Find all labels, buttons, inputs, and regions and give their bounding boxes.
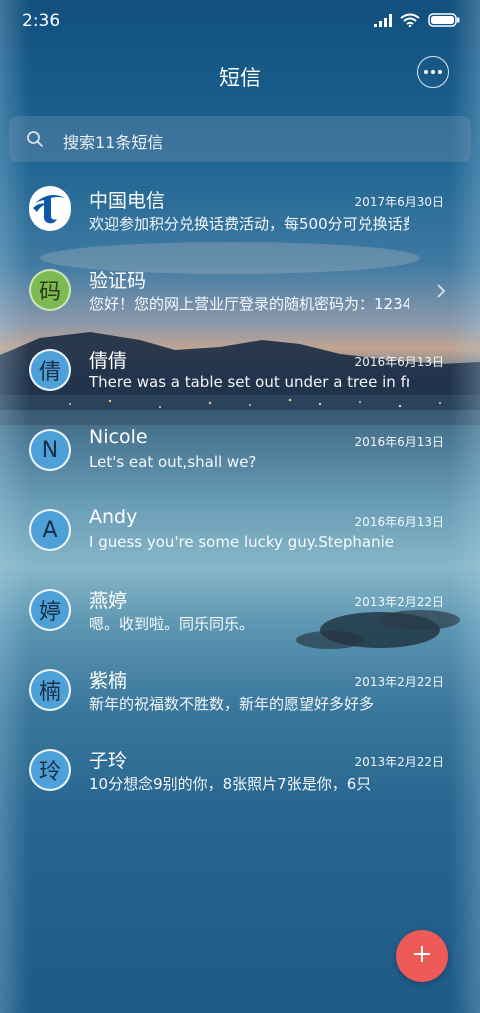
page-title: 短信 (219, 66, 261, 90)
contact-name: 紫楠 (89, 670, 128, 692)
more-horizontal-icon (424, 70, 428, 74)
search-input[interactable]: 搜索11条短信 (63, 129, 163, 153)
avatar: 倩 (29, 349, 71, 391)
message-preview: 10分想念9别的你，8张照片7张是你，6只 (89, 775, 372, 793)
contact-name: 燕婷 (89, 590, 128, 612)
message-date: 2017年6月30日 (354, 195, 444, 209)
message-preview: 您好！您的网上营业厅登录的随机密码为：123456 (89, 295, 409, 313)
message-preview: 欢迎参加积分兑换话费活动，每500分可兑换话费5元 (89, 215, 409, 233)
contact-name: 子玲 (89, 750, 128, 772)
wifi-icon (400, 12, 420, 31)
conversation-row[interactable]: 中国电信 2017年6月30日 欢迎参加积分兑换话费活动，每500分可兑换话费5… (0, 175, 480, 255)
avatar: 楠 (29, 669, 71, 711)
avatar (29, 186, 71, 234)
conversation-row[interactable]: 婷 燕婷 2013年2月22日 嗯。收到啦。同乐同乐。 (0, 575, 480, 655)
contact-name: 中国电信 (89, 190, 166, 212)
signal-icon (374, 12, 392, 31)
app-header: 短信 (0, 48, 480, 100)
avatar: 玲 (29, 749, 71, 791)
contact-name: Nicole (89, 426, 148, 448)
message-date: 2016年6月13日 (354, 515, 444, 529)
conversation-list: 中国电信 2017年6月30日 欢迎参加积分兑换话费活动，每500分可兑换话费5… (0, 175, 480, 815)
contact-name: 倩倩 (89, 350, 128, 372)
battery-icon (428, 12, 460, 31)
plus-icon (412, 944, 432, 968)
avatar: 码 (29, 269, 71, 311)
message-date: 2016年6月13日 (354, 435, 444, 449)
search-bar[interactable]: 搜索11条短信 (9, 116, 471, 162)
message-date: 2016年6月13日 (354, 355, 444, 369)
status-bar: 2:36 (0, 0, 480, 42)
message-preview: 嗯。收到啦。同乐同乐。 (89, 615, 255, 633)
conversation-row[interactable]: 码 验证码 您好！您的网上营业厅登录的随机密码为：123456 (0, 255, 480, 335)
message-preview: 新年的祝福数不胜数，新年的愿望好多好多 (89, 695, 375, 713)
message-preview: There was a table set out under a tree i… (89, 373, 409, 391)
conversation-row[interactable]: A Andy 2016年6月13日 I guess you're some lu… (0, 495, 480, 575)
conversation-row[interactable]: 楠 紫楠 2013年2月22日 新年的祝福数不胜数，新年的愿望好多好多 (0, 655, 480, 735)
message-date: 2013年2月22日 (354, 675, 444, 689)
new-message-button[interactable] (396, 930, 448, 982)
china-telecom-logo-icon (29, 186, 71, 234)
contact-name: Andy (89, 506, 138, 528)
avatar: N (29, 429, 71, 471)
message-preview: I guess you're some lucky guy.Stephanie (89, 533, 394, 551)
search-icon (26, 130, 44, 152)
chevron-right-icon[interactable] (436, 283, 446, 303)
avatar: 婷 (29, 589, 71, 631)
conversation-row[interactable]: N Nicole 2016年6月13日 Let's eat out,shall … (0, 415, 480, 495)
conversation-row[interactable]: 倩 倩倩 2016年6月13日 There was a table set ou… (0, 335, 480, 415)
avatar: A (29, 509, 71, 551)
contact-name: 验证码 (89, 270, 147, 292)
message-preview: Let's eat out,shall we? (89, 453, 257, 471)
more-options-button[interactable] (417, 56, 449, 88)
message-date: 2013年2月22日 (354, 595, 444, 609)
conversation-row[interactable]: 玲 子玲 2013年2月22日 10分想念9别的你，8张照片7张是你，6只 (0, 735, 480, 815)
message-date: 2013年2月22日 (354, 755, 444, 769)
status-time: 2:36 (22, 11, 61, 31)
